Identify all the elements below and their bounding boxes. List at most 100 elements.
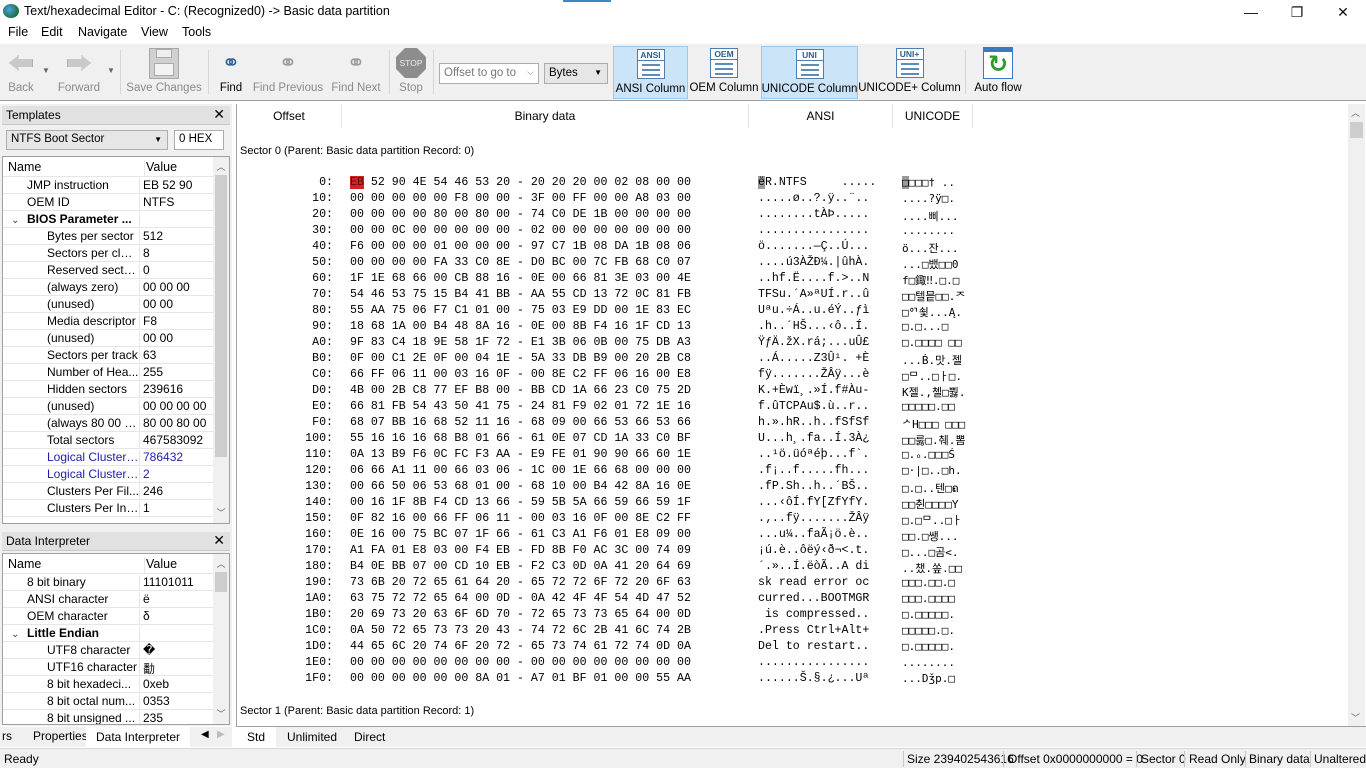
tab-properties[interactable]: Properties bbox=[33, 729, 88, 743]
row-hex[interactable]: 4B 00 2B C8 77 EF B8 00 - BB CD 1A 66 23… bbox=[350, 384, 691, 397]
row-hex[interactable]: 0A 50 72 65 73 73 20 43 - 74 72 6C 2B 41… bbox=[350, 624, 691, 637]
row-unicode[interactable]: ...Ḃ.맛.젤 bbox=[902, 352, 962, 368]
row-ansi[interactable]: .....ø..?.ÿ..¨.. bbox=[758, 192, 869, 205]
row-unicode[interactable]: □□텔믙□□.ᄌ bbox=[902, 288, 965, 304]
row-unicode[interactable]: ....삐... bbox=[902, 208, 958, 224]
row-unicode[interactable]: f□鋷‼.□.□ bbox=[902, 272, 959, 288]
row-hex[interactable]: 66 FF 06 11 00 03 16 0F - 00 8E C2 FF 06… bbox=[350, 368, 691, 381]
menu-tools[interactable]: Tools bbox=[182, 25, 211, 39]
scroll-up-icon[interactable]: ︿ bbox=[213, 159, 229, 175]
row-ansi[interactable]: Uªu.÷Á..u.éÝ..ƒì bbox=[758, 304, 869, 317]
unit-select[interactable]: Bytes ▼ bbox=[544, 63, 608, 84]
row-ansi[interactable]: sk read error oc bbox=[758, 576, 869, 589]
row-hex[interactable]: 66 81 FB 54 43 50 41 75 - 24 81 F9 02 01… bbox=[350, 400, 691, 413]
ansi-cursor[interactable]: ë bbox=[758, 176, 765, 189]
row-unicode[interactable]: □...□곰<. bbox=[902, 544, 958, 560]
row-ansi[interactable]: Del to restart.. bbox=[758, 640, 869, 653]
find-previous-button[interactable]: ⚭ Find Previous bbox=[253, 46, 323, 99]
property-row[interactable]: Bytes per sector 512 bbox=[3, 228, 229, 245]
close-button[interactable]: ✕ bbox=[1320, 0, 1366, 24]
minimize-button[interactable]: — bbox=[1228, 0, 1274, 24]
row-unicode[interactable]: ....?ÿ□. bbox=[902, 192, 955, 205]
property-row[interactable]: UTF8 character � bbox=[3, 642, 229, 659]
column-offset[interactable]: Offset bbox=[237, 104, 342, 128]
menu-file[interactable]: File bbox=[8, 25, 28, 39]
templates-scrollbar[interactable]: ︿ ﹀ bbox=[213, 157, 229, 523]
row-hex[interactable]: 73 6B 20 72 65 61 64 20 - 65 72 72 6F 72… bbox=[350, 576, 691, 589]
row-hex[interactable]: 0E 16 00 75 BC 07 1F 66 - 61 C3 A1 F6 01… bbox=[350, 528, 691, 541]
chevron-down-icon[interactable]: ⌄ bbox=[11, 215, 27, 226]
property-row[interactable]: (unused) 00 00 bbox=[3, 296, 229, 313]
scroll-down-icon[interactable]: ﹀ bbox=[1351, 711, 1360, 724]
row-unicode[interactable]: □□□.□□.□ bbox=[902, 576, 955, 589]
row-ansi[interactable]: ................ bbox=[758, 656, 869, 669]
property-row[interactable]: 8 bit hexadeci... 0xeb bbox=[3, 676, 229, 693]
row-unicode[interactable]: K젤.,첼□뿷. bbox=[902, 384, 965, 400]
row-ansi[interactable]: .‚..fÿ.......ŽÂÿ bbox=[758, 512, 869, 525]
tab-scroll-left-icon[interactable]: ◀ bbox=[201, 729, 209, 740]
row-hex[interactable]: 18 68 1A 00 B4 48 8A 16 - 0E 00 8B F4 16… bbox=[350, 320, 691, 333]
interpreter-scrollbar[interactable]: ︿ ﹀ bbox=[213, 554, 229, 724]
row-ansi[interactable]: ëR.NTFS ..... bbox=[758, 176, 876, 189]
row-hex[interactable]: 55 16 16 16 68 B8 01 66 - 61 0E 07 CD 1A… bbox=[350, 432, 691, 445]
find-button[interactable]: ⚭ Find bbox=[214, 46, 248, 99]
forward-button[interactable]: Forward bbox=[56, 46, 102, 99]
property-row[interactable]: Clusters Per Ind... 1 bbox=[3, 500, 229, 517]
scroll-up-icon[interactable]: ︿ bbox=[213, 556, 229, 572]
restore-button[interactable]: ❐ bbox=[1274, 0, 1320, 24]
property-row[interactable]: (always zero) 00 00 00 bbox=[3, 279, 229, 296]
row-ansi[interactable]: ..¹ö.üóªéþ...f`. bbox=[758, 448, 869, 461]
row-hex[interactable]: A1 FA 01 E8 03 00 F4 EB - FD 8B F0 AC 3C… bbox=[350, 544, 691, 557]
row-hex[interactable]: F6 00 00 00 01 00 00 00 - 97 C7 1B 08 DA… bbox=[350, 240, 691, 253]
row-hex[interactable]: 00 00 00 00 00 F8 00 00 - 3F 00 FF 00 00… bbox=[350, 192, 691, 205]
property-row[interactable]: (always 80 00 8... 80 00 80 00 bbox=[3, 415, 229, 432]
hex-cursor[interactable]: EB bbox=[350, 176, 364, 189]
row-unicode[interactable]: □ᅁ쇷...Ą. bbox=[902, 304, 962, 320]
row-unicode[interactable]: ...□뱄□□0 bbox=[902, 256, 958, 272]
hex-editor[interactable]: Offset Binary data ANSI UNICODE Sector 0… bbox=[236, 104, 1366, 726]
group-row[interactable]: ⌄ Little Endian bbox=[3, 625, 229, 642]
row-unicode[interactable]: □□□□□.□. bbox=[902, 624, 955, 637]
row-ansi[interactable]: TFSu.´A»ªUÍ.r..û bbox=[758, 288, 869, 301]
template-select[interactable]: NTFS Boot Sector ▼ bbox=[6, 130, 168, 150]
row-ansi[interactable]: ŸƒÄ.žX.rá;...uÛ£ bbox=[758, 336, 869, 349]
row-unicode[interactable]: □.□□□□□. bbox=[902, 608, 955, 621]
tab-templates-partial[interactable]: rs bbox=[2, 729, 12, 743]
stop-button[interactable]: STOP Stop bbox=[394, 46, 428, 99]
row-unicode[interactable]: ........ bbox=[902, 224, 955, 237]
column-unicode[interactable]: UNICODE bbox=[893, 104, 973, 128]
row-hex[interactable]: 55 AA 75 06 F7 C1 01 00 - 75 03 E9 DD 00… bbox=[350, 304, 691, 317]
property-row[interactable]: Reserved sectors 0 bbox=[3, 262, 229, 279]
property-row[interactable]: (unused) 00 00 00 00 bbox=[3, 398, 229, 415]
row-ansi[interactable]: ...‹ôÍ.fY[ZfYfY. bbox=[758, 496, 869, 509]
property-row[interactable]: UTF16 character 勫 bbox=[3, 659, 229, 676]
row-hex[interactable]: 00 16 1F 8B F4 CD 13 66 - 59 5B 5A 66 59… bbox=[350, 496, 691, 509]
find-next-button[interactable]: ⚭ Find Next bbox=[330, 46, 382, 99]
row-hex[interactable]: 68 07 BB 16 68 52 11 16 - 68 09 00 66 53… bbox=[350, 416, 691, 429]
row-hex[interactable]: EB 52 90 4E 54 46 53 20 - 20 20 20 00 02… bbox=[350, 176, 691, 189]
tab-scroll-right-icon[interactable]: ▶ bbox=[217, 729, 225, 740]
tab-direct[interactable]: Direct bbox=[354, 730, 385, 744]
row-unicode[interactable]: ...Dǯp.□ bbox=[902, 672, 955, 685]
property-row[interactable]: (unused) 00 00 bbox=[3, 330, 229, 347]
unicode-column-button[interactable]: UNI UNICODE Column bbox=[761, 46, 858, 99]
row-unicode[interactable]: □□□□□.□□ bbox=[902, 400, 955, 413]
row-ansi[interactable]: is compressed.. bbox=[758, 608, 869, 621]
scroll-thumb[interactable] bbox=[1350, 122, 1363, 138]
row-unicode[interactable]: ö...잔... bbox=[902, 240, 958, 256]
tab-std[interactable]: Std bbox=[236, 727, 277, 747]
property-row[interactable]: 8 bit octal num... 0353 bbox=[3, 693, 229, 710]
row-hex[interactable]: 44 65 6C 20 74 6F 20 72 - 65 73 74 61 72… bbox=[350, 640, 691, 653]
row-ansi[interactable]: ´.»..Í.ëòÃ..A di bbox=[758, 560, 869, 573]
row-hex[interactable]: 20 69 73 20 63 6F 6D 70 - 72 65 73 73 65… bbox=[350, 608, 691, 621]
row-ansi[interactable]: U...h¸.fa..Í.3À¿ bbox=[758, 432, 869, 445]
property-row[interactable]: Number of Hea... 255 bbox=[3, 364, 229, 381]
row-unicode[interactable]: □.□᠎...□ bbox=[902, 320, 948, 333]
row-ansi[interactable]: ö.......—Ç..Ú... bbox=[758, 240, 869, 253]
row-unicode[interactable]: □.□□□□ □□ bbox=[902, 336, 962, 349]
row-unicode[interactable]: □□.□쌩... bbox=[902, 528, 958, 544]
close-interpreter-icon[interactable]: ✕ bbox=[213, 532, 225, 549]
tab-unlimited[interactable]: Unlimited bbox=[287, 730, 337, 744]
property-row[interactable]: JMP instruction EB 52 90 bbox=[3, 177, 229, 194]
tab-data-interpreter[interactable]: Data Interpreter bbox=[86, 727, 191, 747]
